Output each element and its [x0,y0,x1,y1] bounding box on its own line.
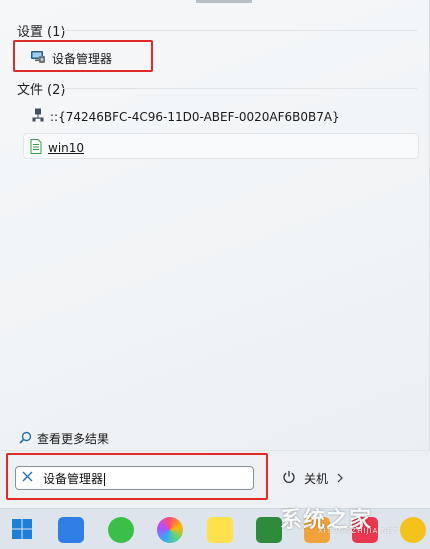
files-divider [63,88,417,89]
wechat-icon[interactable] [108,517,134,543]
feishu-icon[interactable] [58,517,84,543]
photos-icon[interactable] [157,517,183,543]
close-icon[interactable] [22,471,33,485]
windows-start-icon[interactable] [10,517,36,543]
search-icon [19,431,32,447]
file-result-label: ::{74246BFC-4C96-11D0-ABEF-0020AF6B0B7A} [50,109,340,124]
start-menu-search-panel: 设置 (1) 设备管理器 文件 (2)::{74246BFC-4C96-11D… [0,0,430,508]
file-result-win10[interactable]: win10 [30,139,84,157]
see-more-results-label: 查看更多结果 [37,432,110,446]
chevron-right-icon[interactable] [336,472,344,486]
settings-section-title: 设置 [17,25,44,40]
settings-divider [63,30,417,31]
text-file-icon [30,139,42,157]
network-device-icon [32,108,44,125]
settings-result-label: 设备管理器 [52,52,113,66]
power-icon [282,470,296,487]
search-query-text: 设备管理器 [43,471,104,486]
settings-result-device-manager[interactable]: 设备管理器 [30,50,112,67]
power-button[interactable]: 关机 [282,470,344,487]
top-edge [196,0,252,3]
settings-section-count: (1) [47,25,66,40]
power-label: 关机 [304,472,329,486]
watermark-subtext: XITONGZHIJIA.NET [318,527,399,535]
app-icon[interactable] [400,517,426,543]
app-icon[interactable] [256,517,282,543]
file-result-network-guid[interactable]: ::{74246BFC-4C96-11D0-ABEF-0020AF6B0B7A} [32,108,340,125]
notes-icon[interactable] [207,517,233,543]
search-input[interactable]: 设备管理器 [15,466,254,490]
files-section-count: (2) [47,83,66,98]
file-result-label: win10 [48,141,85,155]
see-more-results-link[interactable]: 查看更多结果 [19,430,109,447]
files-section-header: 文件 (2) [17,79,65,98]
device-manager-icon [30,50,46,67]
text-caret [104,472,106,486]
files-section-title: 文件 [17,83,44,98]
settings-section-header: 设置 (1) [17,21,65,40]
search-query[interactable]: 设备管理器 [43,470,106,487]
